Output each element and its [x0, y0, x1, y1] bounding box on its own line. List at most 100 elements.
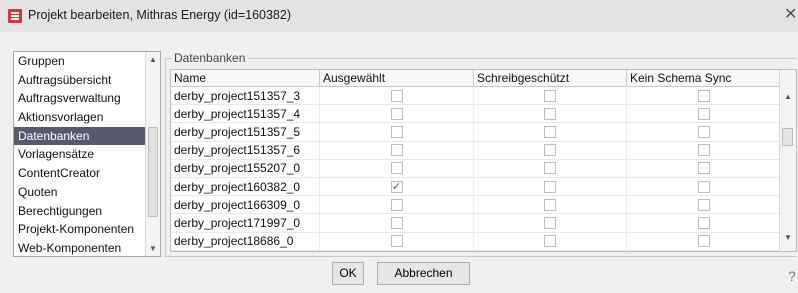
kein-schema-sync-checkbox[interactable]: [697, 180, 710, 193]
schreibgeschuetzt-checkbox[interactable]: [544, 107, 556, 120]
table-row[interactable]: derby_project160382_0 ✓: [171, 177, 781, 197]
databases-table: Name Ausgewählt Schreibgeschützt Kein Sc…: [170, 69, 797, 252]
chevron-up-icon[interactable]: ▲: [149, 55, 157, 65]
cell-ausgewaehlt: [320, 123, 474, 141]
help-icon[interactable]: ?: [788, 268, 798, 284]
column-header-name[interactable]: Name: [171, 70, 320, 86]
table-row[interactable]: derby_project151357_6: [171, 141, 781, 160]
sidebar-scrollbar[interactable]: ▲ ▼: [145, 52, 160, 256]
schreibgeschuetzt-checkbox[interactable]: [544, 162, 556, 175]
kein-schema-sync-checkbox[interactable]: [697, 216, 710, 229]
cell-kein-schema-sync: [627, 105, 781, 123]
schreibgeschuetzt-checkbox[interactable]: [544, 180, 556, 193]
cell-schreibgeschuetzt: [474, 123, 627, 141]
database-name-cell: derby_project151357_3: [171, 87, 320, 105]
cell-schreibgeschuetzt: [474, 141, 627, 159]
schreibgeschuetzt-checkbox[interactable]: [544, 125, 556, 138]
cell-ausgewaehlt: [320, 214, 474, 232]
kein-schema-sync-checkbox[interactable]: [697, 89, 710, 102]
database-name-cell: derby_project151357_6: [171, 141, 320, 159]
cell-schreibgeschuetzt: [474, 196, 627, 214]
schreibgeschuetzt-checkbox[interactable]: [544, 198, 556, 211]
sidebar-list[interactable]: Gruppen Auftragsübersicht Auftragsverwaltu…: [13, 51, 161, 257]
databases-legend: Datenbanken: [171, 51, 249, 65]
sidebar-item-auftragsübersicht[interactable]: Auftragsübersicht: [14, 71, 146, 90]
database-name-cell: derby_project166309_0: [171, 196, 320, 214]
kein-schema-sync-checkbox[interactable]: [697, 162, 710, 175]
ausgewaehlt-checkbox[interactable]: [390, 89, 403, 102]
schreibgeschuetzt-checkbox[interactable]: [544, 144, 556, 157]
cell-kein-schema-sync: [627, 123, 781, 141]
cell-schreibgeschuetzt: [474, 159, 627, 177]
cell-kein-schema-sync: [627, 177, 781, 196]
ausgewaehlt-checkbox[interactable]: [390, 125, 403, 138]
sidebar-items: Gruppen Auftragsübersicht Auftragsverwaltu…: [14, 52, 146, 256]
close-icon[interactable]: ✕: [784, 6, 798, 24]
table-row[interactable]: derby_project151357_3: [171, 87, 781, 106]
kein-schema-sync-checkbox[interactable]: [697, 125, 710, 138]
database-name-cell: derby_project155207_0: [171, 159, 320, 177]
kein-schema-sync-checkbox[interactable]: [697, 107, 710, 120]
cell-kein-schema-sync: [627, 159, 781, 177]
chevron-down-icon[interactable]: ▼: [149, 244, 157, 254]
title-bar: Projekt bearbeiten, Mithras Energy (id=1…: [0, 0, 798, 32]
kein-schema-sync-checkbox[interactable]: [697, 235, 710, 248]
database-name-cell: derby_project151357_5: [171, 123, 320, 141]
cell-kein-schema-sync: [627, 141, 781, 159]
cell-ausgewaehlt: [320, 159, 474, 177]
cell-kein-schema-sync: [627, 214, 781, 232]
sidebar-item-auftragsverwaltung[interactable]: Auftragsverwaltung: [14, 89, 146, 108]
window-title: Projekt bearbeiten, Mithras Energy (id=1…: [28, 8, 291, 22]
table-row[interactable]: derby_project151357_4: [171, 105, 781, 124]
cell-schreibgeschuetzt: [474, 105, 627, 123]
sidebar-item-contentcreator[interactable]: ContentCreator: [14, 164, 146, 183]
table-scrollbar[interactable]: ▲ ▼: [779, 70, 796, 251]
sidebar-item-web-komponenten[interactable]: Web-Komponenten: [14, 239, 146, 256]
database-name-cell: derby_project151357_4: [171, 105, 320, 123]
cell-ausgewaehlt: [320, 87, 474, 105]
sidebar-item-vorlagensätze[interactable]: Vorlagensätze: [14, 145, 146, 164]
cell-kein-schema-sync: [627, 232, 781, 250]
chevron-down-icon[interactable]: ▼: [784, 233, 792, 243]
table-row[interactable]: derby_project171997_0: [171, 214, 781, 233]
table-scroll-thumb[interactable]: [782, 128, 793, 146]
table-row[interactable]: derby_project155207_0: [171, 159, 781, 178]
schreibgeschuetzt-checkbox[interactable]: [544, 235, 556, 248]
cell-ausgewaehlt: [320, 141, 474, 159]
database-name-cell: derby_project171997_0: [171, 214, 320, 232]
ausgewaehlt-checkbox[interactable]: [390, 198, 403, 211]
sidebar-item-gruppen[interactable]: Gruppen: [14, 52, 146, 71]
ok-button[interactable]: OK: [332, 262, 364, 285]
sidebar-item-quoten[interactable]: Quoten: [14, 183, 146, 202]
ausgewaehlt-checkbox[interactable]: [390, 107, 403, 120]
column-header-schreibgeschuetzt[interactable]: Schreibgeschützt: [474, 70, 627, 86]
app-logo-icon: [8, 9, 22, 23]
database-name-cell: derby_project18686_0: [171, 232, 320, 250]
database-name-cell: derby_project160382_0: [171, 177, 320, 196]
ausgewaehlt-checkbox[interactable]: [390, 144, 403, 157]
table-row[interactable]: derby_project18686_0: [171, 232, 781, 251]
sidebar-scroll-thumb[interactable]: [148, 127, 158, 217]
schreibgeschuetzt-checkbox[interactable]: [544, 89, 556, 102]
ausgewaehlt-checkbox[interactable]: [390, 162, 403, 175]
sidebar-item-aktionsvorlagen[interactable]: Aktionsvorlagen: [14, 108, 146, 127]
cell-ausgewaehlt: [320, 232, 474, 250]
cancel-button[interactable]: Abbrechen: [377, 262, 470, 285]
kein-schema-sync-checkbox[interactable]: [697, 198, 710, 211]
ausgewaehlt-checkbox[interactable]: [390, 235, 403, 248]
cell-ausgewaehlt: [320, 196, 474, 214]
chevron-up-icon[interactable]: ▲: [784, 92, 792, 102]
sidebar-item-berechtigungen[interactable]: Berechtigungen: [14, 202, 146, 221]
column-header-kein-schema-sync[interactable]: Kein Schema Sync: [627, 70, 781, 86]
column-header-ausgewaehlt[interactable]: Ausgewählt: [320, 70, 474, 86]
sidebar-item-projekt-komponenten[interactable]: Projekt-Komponenten: [14, 220, 146, 239]
ausgewaehlt-checkbox[interactable]: ✓: [390, 180, 403, 193]
ausgewaehlt-checkbox[interactable]: [390, 216, 403, 229]
sidebar-item-datenbanken[interactable]: Datenbanken: [14, 126, 146, 146]
table-row[interactable]: derby_project151357_5: [171, 123, 781, 142]
cell-kein-schema-sync: [627, 87, 781, 105]
kein-schema-sync-checkbox[interactable]: [697, 144, 710, 157]
schreibgeschuetzt-checkbox[interactable]: [544, 216, 556, 229]
table-body: derby_project151357_3 derby_project151357…: [171, 87, 781, 251]
table-row[interactable]: derby_project166309_0: [171, 196, 781, 215]
